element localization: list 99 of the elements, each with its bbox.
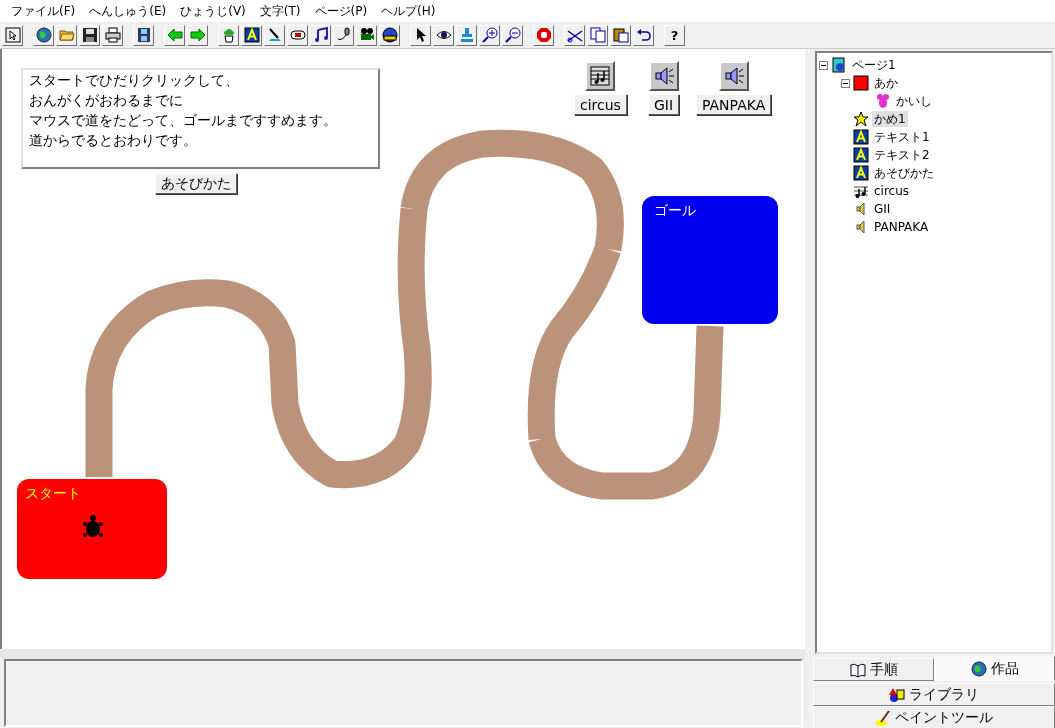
tree-item[interactable]: ページ1 — [850, 57, 898, 73]
scissors-icon — [566, 27, 583, 43]
panel-tab[interactable]: 作品 — [934, 656, 1055, 681]
menu-item[interactable]: ファイル(F) — [4, 2, 83, 20]
stamp-icon — [458, 27, 475, 43]
how-to-play-button[interactable]: あそびかた — [155, 173, 237, 194]
printer-button[interactable] — [102, 24, 123, 46]
music-score-icon — [853, 183, 869, 199]
tree-item[interactable]: GII — [872, 201, 893, 217]
panel-tab[interactable]: 手順 — [813, 658, 934, 681]
globe-icon — [35, 27, 52, 43]
pill-button-button[interactable] — [287, 24, 308, 46]
film-strip-icon — [135, 27, 152, 43]
zoom-in-button[interactable] — [479, 24, 500, 46]
menu-item[interactable]: ひょうじ(V) — [173, 2, 253, 20]
tree-item[interactable]: あそびかた — [872, 165, 936, 181]
square-icon — [853, 75, 869, 91]
tree-item[interactable]: テキスト2 — [872, 147, 932, 163]
menu-item[interactable]: ページ(P) — [307, 2, 375, 20]
stamp-button[interactable] — [456, 24, 477, 46]
text-tool-icon — [853, 147, 869, 163]
right-arrow-icon — [189, 27, 206, 43]
left-arrow-icon — [166, 27, 183, 43]
helmet-icon — [381, 27, 398, 43]
arrow-button[interactable] — [2, 24, 23, 46]
stop-sign-icon — [535, 27, 552, 43]
text-tool-button[interactable] — [241, 24, 262, 46]
shapes-icon — [889, 686, 905, 703]
globe-icon — [970, 660, 987, 677]
undo-icon — [635, 27, 652, 43]
instructions-line: マウスで道をたどって、ゴールまですすめます。 — [29, 111, 337, 130]
microphone-icon — [335, 27, 352, 43]
potted-plant-button[interactable] — [218, 24, 239, 46]
tree-item[interactable]: circus — [872, 183, 912, 199]
text-tool-icon — [853, 129, 869, 145]
start-label: スタート — [25, 485, 81, 503]
scissors-button[interactable] — [564, 24, 585, 46]
pen-button[interactable] — [264, 24, 285, 46]
paste-button[interactable] — [610, 24, 631, 46]
star-icon — [853, 111, 869, 127]
right-arrow-button[interactable] — [187, 24, 208, 46]
music-note-button[interactable] — [310, 24, 331, 46]
help-button[interactable]: ? — [664, 24, 685, 46]
page-icon — [831, 57, 847, 73]
movie-camera-icon — [358, 27, 375, 43]
music-score-icon — [589, 65, 612, 87]
helmet-button[interactable] — [379, 24, 400, 46]
tree-item[interactable]: かいし — [894, 93, 934, 109]
undo-button[interactable] — [633, 24, 654, 46]
music-button[interactable] — [585, 61, 616, 91]
sound-button[interactable]: PANPAKA — [696, 94, 772, 115]
film-strip-button[interactable] — [133, 24, 154, 46]
panel-tab[interactable]: ライブラリ — [813, 683, 1055, 706]
tree-item[interactable]: かめ1 — [872, 111, 908, 127]
pill-button-icon — [289, 27, 306, 43]
tree-item[interactable]: テキスト1 — [872, 129, 932, 145]
folder-icon — [58, 27, 75, 43]
pointer-button[interactable] — [410, 24, 431, 46]
collapse-icon[interactable] — [841, 78, 850, 88]
left-arrow-button[interactable] — [164, 24, 185, 46]
menu-item[interactable]: へんしゅう(E) — [82, 2, 174, 20]
speaker-icon — [652, 65, 675, 87]
paintbrush-icon — [875, 709, 891, 726]
floppy-disk-button[interactable] — [79, 24, 100, 46]
book-icon — [849, 661, 866, 678]
zoom-in-icon — [481, 27, 498, 43]
microphone-button[interactable] — [333, 24, 354, 46]
speaker-button[interactable] — [648, 61, 679, 91]
globe-button[interactable] — [33, 24, 54, 46]
folder-button[interactable] — [56, 24, 77, 46]
paste-icon — [612, 27, 629, 43]
tree-item[interactable]: PANPAKA — [872, 219, 931, 235]
text-tool-icon — [243, 27, 260, 43]
sound-button[interactable]: circus — [574, 94, 627, 115]
stop-sign-button[interactable] — [533, 24, 554, 46]
eye-button[interactable] — [433, 24, 454, 46]
turtle-icon — [83, 515, 103, 537]
creature-icon — [875, 93, 891, 109]
zoom-out-icon — [504, 27, 521, 43]
music-note-icon — [312, 27, 329, 43]
speaker-button[interactable] — [718, 61, 749, 91]
zoom-out-button[interactable] — [502, 24, 523, 46]
printer-icon — [104, 27, 121, 43]
text-tool-icon — [853, 165, 869, 181]
instructions-line: 道からでるとおわりです。 — [29, 131, 197, 150]
movie-camera-button[interactable] — [356, 24, 377, 46]
copy-icon — [589, 27, 606, 43]
instructions-line: おんがくがおわるまでに — [29, 91, 183, 110]
speaker-icon — [722, 65, 745, 87]
instructions-line: スタートでひだりクリックして、 — [29, 71, 239, 90]
panel-tab[interactable]: ペイントツール — [813, 706, 1055, 728]
menu-item[interactable]: ヘルプ(H) — [374, 2, 443, 20]
copy-button[interactable] — [587, 24, 608, 46]
tree-item[interactable]: あか — [872, 75, 900, 91]
sound-button[interactable]: GII — [648, 94, 680, 115]
menu-item[interactable]: 文字(T) — [252, 2, 308, 20]
collapse-icon[interactable] — [819, 60, 828, 70]
pen-icon — [266, 27, 283, 43]
goal-label: ゴール — [654, 202, 696, 220]
